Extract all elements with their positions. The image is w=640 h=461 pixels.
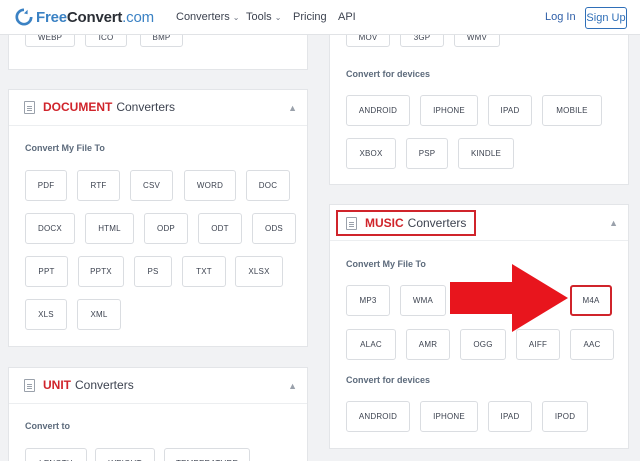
format-button-word[interactable]: WORD xyxy=(184,170,236,201)
freeconvert-logo[interactable]: FreeConvert.com xyxy=(15,6,154,28)
format-button-temperature[interactable]: TEMPERATURE xyxy=(164,448,250,461)
format-button-pptx[interactable]: PPTX xyxy=(78,256,124,287)
format-button-amr[interactable]: AMR xyxy=(406,329,450,360)
device-button-iphone[interactable]: IPHONE xyxy=(420,95,478,126)
format-button-rtf[interactable]: RTF xyxy=(77,170,120,201)
chevron-up-icon[interactable]: ▲ xyxy=(609,218,618,228)
card-title: MUSIC Converters xyxy=(336,210,477,236)
nav-converters[interactable]: Converters ⌄ xyxy=(176,11,240,23)
card-title-rest: Converters xyxy=(407,216,467,230)
format-button-wma[interactable]: WMA xyxy=(400,285,446,316)
device-button-android[interactable]: ANDROID xyxy=(346,95,410,126)
annotation-arrow-icon xyxy=(450,264,568,332)
nav-converters-label: Converters xyxy=(176,11,230,23)
device-button-ipod[interactable]: IPOD xyxy=(542,401,588,432)
nav-pricing[interactable]: Pricing xyxy=(293,11,327,23)
card-header[interactable]: MUSIC Converters ▲ xyxy=(330,205,628,241)
section-label: Convert My File To xyxy=(25,143,105,153)
nav-pricing-label: Pricing xyxy=(293,11,327,23)
device-button-kindle[interactable]: KINDLE xyxy=(458,138,514,169)
document-icon xyxy=(24,378,35,392)
device-button-ipad[interactable]: IPAD xyxy=(488,95,532,126)
device-button-ipad[interactable]: IPAD xyxy=(488,401,532,432)
device-button-xbox[interactable]: XBOX xyxy=(346,138,396,169)
format-button-csv[interactable]: CSV xyxy=(130,170,173,201)
card-title: DOCUMENT Converters xyxy=(24,100,175,114)
section-label: Convert for devices xyxy=(346,69,431,79)
device-button-android[interactable]: ANDROID xyxy=(346,401,410,432)
format-button-ps[interactable]: PS xyxy=(134,256,172,287)
format-button-aac[interactable]: AAC xyxy=(570,329,614,360)
format-button-weight[interactable]: WEIGHT xyxy=(95,448,155,461)
format-button-pdf[interactable]: PDF xyxy=(25,170,67,201)
nav-tools[interactable]: Tools ⌄ xyxy=(246,11,281,23)
format-button-ppt[interactable]: PPT xyxy=(25,256,68,287)
card-title-highlight: MUSIC xyxy=(365,216,404,230)
format-button-html[interactable]: HTML xyxy=(85,213,134,244)
card-title-rest: Converters xyxy=(116,100,176,114)
format-button-odp[interactable]: ODP xyxy=(144,213,188,244)
format-button-doc[interactable]: DOC xyxy=(246,170,290,201)
device-button-psp[interactable]: PSP xyxy=(406,138,448,169)
card-header[interactable]: UNIT Converters ▲ xyxy=(9,368,307,404)
format-button-length[interactable]: LENGTH xyxy=(25,448,87,461)
format-button-mp3[interactable]: MP3 xyxy=(346,285,390,316)
logo-text: FreeConvert.com xyxy=(36,8,154,26)
nav-api[interactable]: API xyxy=(338,11,356,23)
section-label: Convert for devices xyxy=(346,375,431,385)
format-button-docx[interactable]: DOCX xyxy=(25,213,75,244)
chevron-up-icon[interactable]: ▲ xyxy=(288,103,297,113)
section-label: Convert to xyxy=(25,421,70,431)
card-header[interactable]: DOCUMENT Converters ▲ xyxy=(9,90,307,126)
format-button-alac[interactable]: ALAC xyxy=(346,329,396,360)
format-button-ods[interactable]: ODS xyxy=(252,213,296,244)
card-title-highlight: DOCUMENT xyxy=(43,100,113,114)
section-label: Convert My File To xyxy=(346,259,426,269)
format-button-xml[interactable]: XML xyxy=(77,299,121,330)
device-button-iphone[interactable]: IPHONE xyxy=(420,401,478,432)
format-button-m4a[interactable]: M4A xyxy=(570,285,612,316)
format-button-xlsx[interactable]: XLSX xyxy=(235,256,283,287)
login-link[interactable]: Log In xyxy=(545,11,576,23)
signup-button[interactable]: Sign Up xyxy=(585,7,627,29)
nav-api-label: API xyxy=(338,11,356,23)
card-title: UNIT Converters xyxy=(24,378,134,392)
device-button-mobile[interactable]: MOBILE xyxy=(542,95,602,126)
document-icon xyxy=(24,100,35,114)
format-button-txt[interactable]: TXT xyxy=(182,256,226,287)
unit-converters-card: UNIT Converters ▲ Convert to LENGTH WEIG… xyxy=(8,367,308,461)
document-converters-card: DOCUMENT Converters ▲ Convert My File To… xyxy=(8,89,308,347)
format-button-ogg[interactable]: OGG xyxy=(460,329,506,360)
chevron-down-icon: ⌄ xyxy=(274,12,282,22)
chevron-up-icon[interactable]: ▲ xyxy=(288,381,297,391)
nav-tools-label: Tools xyxy=(246,11,272,23)
card-title-highlight: UNIT xyxy=(43,378,71,392)
format-button-aiff[interactable]: AIFF xyxy=(516,329,560,360)
chevron-down-icon: ⌄ xyxy=(232,12,240,22)
document-icon xyxy=(346,216,357,230)
logo-icon xyxy=(15,8,33,26)
top-navbar: FreeConvert.com Converters ⌄ Tools ⌄ Pri… xyxy=(0,0,640,35)
format-button-xls[interactable]: XLS xyxy=(25,299,67,330)
video-converters-card: MOV 3GP WMV Convert for devices ANDROID … xyxy=(329,20,629,185)
card-title-rest: Converters xyxy=(75,378,134,392)
format-button-odt[interactable]: ODT xyxy=(198,213,242,244)
